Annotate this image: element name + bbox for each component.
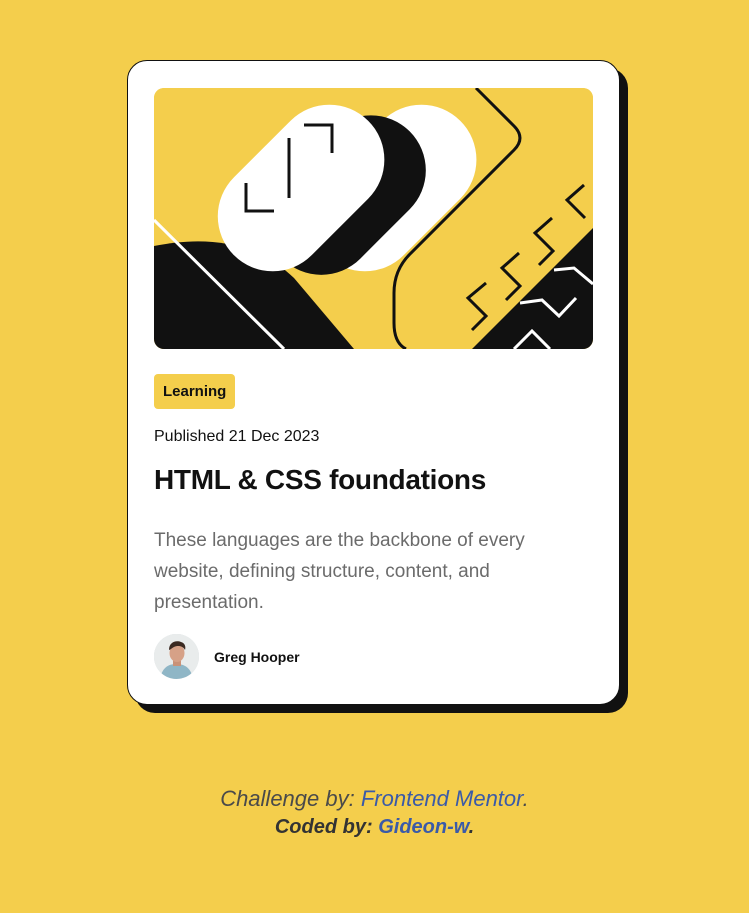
- person-portrait-icon: [154, 634, 199, 679]
- challenge-suffix: .: [522, 786, 529, 811]
- author: Greg Hooper: [154, 634, 300, 679]
- coded-suffix: .: [468, 816, 475, 838]
- frontend-mentor-link[interactable]: Frontend Mentor: [361, 786, 523, 811]
- coded-prefix: Coded by:: [274, 816, 379, 838]
- attribution: Challenge by: Frontend Mentor. Coded by:…: [0, 785, 749, 841]
- card-illustration: [154, 88, 593, 349]
- published-date: Published 21 Dec 2023: [154, 428, 320, 445]
- author-name: Greg Hooper: [214, 648, 300, 665]
- challenge-prefix: Challenge by:: [220, 786, 361, 811]
- blog-preview-card: Learning Published 21 Dec 2023 HTML & CS…: [127, 60, 620, 705]
- card-title[interactable]: HTML & CSS foundations: [154, 464, 486, 496]
- coder-credit: Coded by: Gideon-w.: [0, 813, 749, 841]
- category-tag[interactable]: Learning: [154, 374, 236, 409]
- card-description: These languages are the backbone of ever…: [154, 530, 525, 613]
- challenge-credit: Challenge by: Frontend Mentor.: [0, 785, 749, 813]
- avatar: [154, 634, 199, 679]
- coder-link[interactable]: Gideon-w: [378, 816, 468, 838]
